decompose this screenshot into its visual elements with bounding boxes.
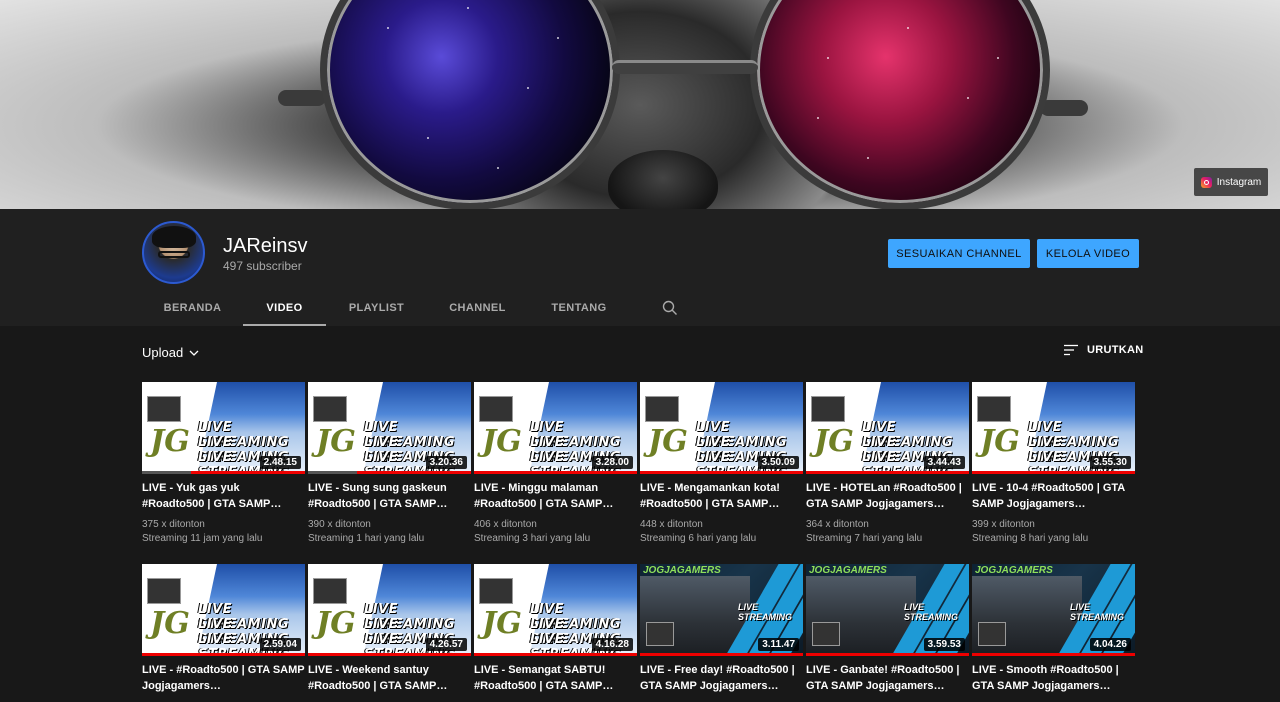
upload-filter-label: Upload: [142, 345, 184, 360]
instagram-link-label: Instagram: [1216, 176, 1262, 188]
video-card[interactable]: JG LIVE STREAMING LIVE STREAMING LIVE ST…: [308, 382, 471, 546]
video-duration: 3.59.53: [923, 638, 965, 651]
video-duration: 3.11.47: [758, 638, 799, 651]
tab-beranda[interactable]: BERANDA: [142, 289, 243, 326]
tab-channel[interactable]: CHANNEL: [427, 289, 528, 326]
video-thumbnail[interactable]: JG LIVE STREAMING LIVE STREAMING LIVE ST…: [308, 382, 471, 474]
video-thumbnail[interactable]: JOGJAGAMERS LIVE STREAMING 3.11.47: [640, 564, 803, 656]
instagram-icon: [1200, 176, 1212, 188]
video-duration: 2.59.04: [259, 638, 301, 651]
video-thumbnail[interactable]: JOGJAGAMERS LIVE STREAMING 4.04.26: [972, 564, 1135, 656]
live-replay-bar: [142, 653, 305, 656]
video-card[interactable]: JOGJAGAMERS LIVE STREAMING 3.11.47 LIVE …: [640, 564, 803, 694]
video-title[interactable]: LIVE - HOTELan #Roadto500 | GTA SAMP Jog…: [806, 481, 969, 512]
video-duration: 4.26.57: [425, 638, 467, 651]
video-age: Streaming 3 hari yang lalu: [474, 533, 591, 544]
video-title[interactable]: LIVE - #Roadto500 | GTA SAMP Jogjagamers…: [142, 663, 305, 694]
video-age: Streaming 8 hari yang lalu: [972, 533, 1089, 544]
tab-video[interactable]: VIDEO: [243, 289, 326, 326]
video-card[interactable]: JG LIVE STREAMING LIVE STREAMING LIVE ST…: [640, 382, 803, 546]
video-thumbnail[interactable]: JOGJAGAMERS LIVE STREAMING 3.59.53: [806, 564, 969, 656]
live-replay-bar: [640, 653, 803, 656]
video-card[interactable]: JG LIVE STREAMING LIVE STREAMING LIVE ST…: [308, 564, 471, 694]
video-duration: 3.50.09: [757, 456, 799, 469]
video-title[interactable]: LIVE - Mengamankan kota! #Roadto500 | GT…: [640, 481, 803, 512]
channel-tabs: BERANDA VIDEO PLAYLIST CHANNEL TENTANG: [142, 289, 690, 326]
channel-search-button[interactable]: [650, 289, 690, 326]
video-duration: 3.44.43: [923, 456, 965, 469]
video-views: 448 x ditonton: [640, 519, 703, 530]
video-card[interactable]: JOGJAGAMERS LIVE STREAMING 3.59.53 LIVE …: [806, 564, 969, 694]
live-replay-bar: [474, 653, 637, 656]
video-thumbnail[interactable]: JG LIVE STREAMING LIVE STREAMING LIVE ST…: [142, 382, 305, 474]
sort-icon: [1064, 344, 1078, 356]
video-age: Streaming 6 hari yang lalu: [640, 533, 757, 544]
banner-glasses-arm-right: [1040, 100, 1088, 116]
video-duration: 3.28.00: [591, 456, 633, 469]
video-duration: 4.04.26: [1089, 638, 1131, 651]
manage-videos-button[interactable]: KELOLA VIDEO: [1037, 239, 1139, 268]
watch-progress-bar: [142, 471, 191, 474]
video-title[interactable]: LIVE - Smooth #Roadto500 | GTA SAMP Jogj…: [972, 663, 1135, 694]
video-thumbnail[interactable]: JG LIVE STREAMING LIVE STREAMING LIVE ST…: [474, 564, 637, 656]
sort-button[interactable]: URUTKAN: [1064, 344, 1143, 356]
channel-banner: Instagram: [0, 0, 1280, 209]
instagram-link[interactable]: Instagram: [1194, 168, 1268, 196]
video-age: Streaming 1 hari yang lalu: [308, 533, 425, 544]
sort-label: URUTKAN: [1087, 344, 1144, 356]
channel-name: JAReinsv: [223, 235, 308, 257]
video-duration: 3.20.36: [425, 456, 467, 469]
video-card[interactable]: JG LIVE STREAMING LIVE STREAMING LIVE ST…: [972, 382, 1135, 546]
video-thumbnail[interactable]: JG LIVE STREAMING LIVE STREAMING LIVE ST…: [142, 564, 305, 656]
video-age: Streaming 11 jam yang lalu: [142, 533, 263, 544]
video-card[interactable]: JG LIVE STREAMING LIVE STREAMING LIVE ST…: [142, 564, 305, 694]
video-duration: 4.16.28: [591, 638, 633, 651]
live-replay-bar: [308, 653, 471, 656]
banner-glasses-bridge: [612, 60, 758, 74]
video-title[interactable]: LIVE - Yuk gas yuk #Roadto500 | GTA SAMP…: [142, 481, 305, 512]
upload-filter-dropdown[interactable]: Upload: [142, 345, 199, 360]
subscriber-count: 497 subscriber: [223, 259, 302, 273]
video-title[interactable]: LIVE - Semangat SABTU! #Roadto500 | GTA …: [474, 663, 637, 694]
video-duration: 3.55.30: [1089, 456, 1131, 469]
video-card[interactable]: JG LIVE STREAMING LIVE STREAMING LIVE ST…: [806, 382, 969, 546]
video-card[interactable]: JG LIVE STREAMING LIVE STREAMING LIVE ST…: [474, 564, 637, 694]
video-thumbnail[interactable]: JG LIVE STREAMING LIVE STREAMING LIVE ST…: [308, 564, 471, 656]
channel-header: JAReinsv 497 subscriber SESUAIKAN CHANNE…: [0, 209, 1280, 326]
video-title[interactable]: LIVE - Minggu malaman #Roadto500 | GTA S…: [474, 481, 637, 512]
video-card[interactable]: JG LIVE STREAMING LIVE STREAMING LIVE ST…: [474, 382, 637, 546]
video-title[interactable]: LIVE - Sung sung gaskeun #Roadto500 | GT…: [308, 481, 471, 512]
tab-tentang[interactable]: TENTANG: [528, 289, 630, 326]
video-thumbnail[interactable]: JG LIVE STREAMING LIVE STREAMING LIVE ST…: [806, 382, 969, 474]
video-thumbnail[interactable]: JG LIVE STREAMING LIVE STREAMING LIVE ST…: [474, 382, 637, 474]
tab-playlist[interactable]: PLAYLIST: [326, 289, 427, 326]
video-title[interactable]: LIVE - Free day! #Roadto500 | GTA SAMP J…: [640, 663, 803, 694]
video-views: 375 x ditonton: [142, 519, 205, 530]
watch-progress-bar: [308, 471, 357, 474]
live-replay-bar: [806, 471, 969, 474]
video-card[interactable]: JOGJAGAMERS LIVE STREAMING 4.04.26 LIVE …: [972, 564, 1135, 694]
video-thumbnail[interactable]: JG LIVE STREAMING LIVE STREAMING LIVE ST…: [640, 382, 803, 474]
video-views: 399 x ditonton: [972, 519, 1035, 530]
video-card[interactable]: JG LIVE STREAMING LIVE STREAMING LIVE ST…: [142, 382, 305, 546]
video-views: 390 x ditonton: [308, 519, 371, 530]
video-title[interactable]: LIVE - 10-4 #Roadto500 | GTA SAMP Jogjag…: [972, 481, 1135, 512]
chevron-down-icon: [189, 350, 199, 356]
search-icon: [662, 300, 677, 315]
live-replay-bar: [806, 653, 969, 656]
video-views: 406 x ditonton: [474, 519, 537, 530]
customize-channel-button[interactable]: SESUAIKAN CHANNEL: [888, 239, 1030, 268]
live-replay-bar: [474, 471, 637, 474]
video-views: 364 x ditonton: [806, 519, 869, 530]
video-thumbnail[interactable]: JG LIVE STREAMING LIVE STREAMING LIVE ST…: [972, 382, 1135, 474]
live-replay-bar: [640, 471, 803, 474]
live-replay-bar: [972, 653, 1135, 656]
video-age: Streaming 7 hari yang lalu: [806, 533, 923, 544]
video-title[interactable]: LIVE - Ganbate! #Roadto500 | GTA SAMP Jo…: [806, 663, 969, 694]
channel-avatar[interactable]: [142, 221, 205, 284]
banner-glasses-arm-left: [278, 90, 326, 106]
live-replay-bar: [972, 471, 1135, 474]
video-duration: 2.48.15: [259, 456, 301, 469]
video-title[interactable]: LIVE - Weekend santuy #Roadto500 | GTA S…: [308, 663, 471, 694]
